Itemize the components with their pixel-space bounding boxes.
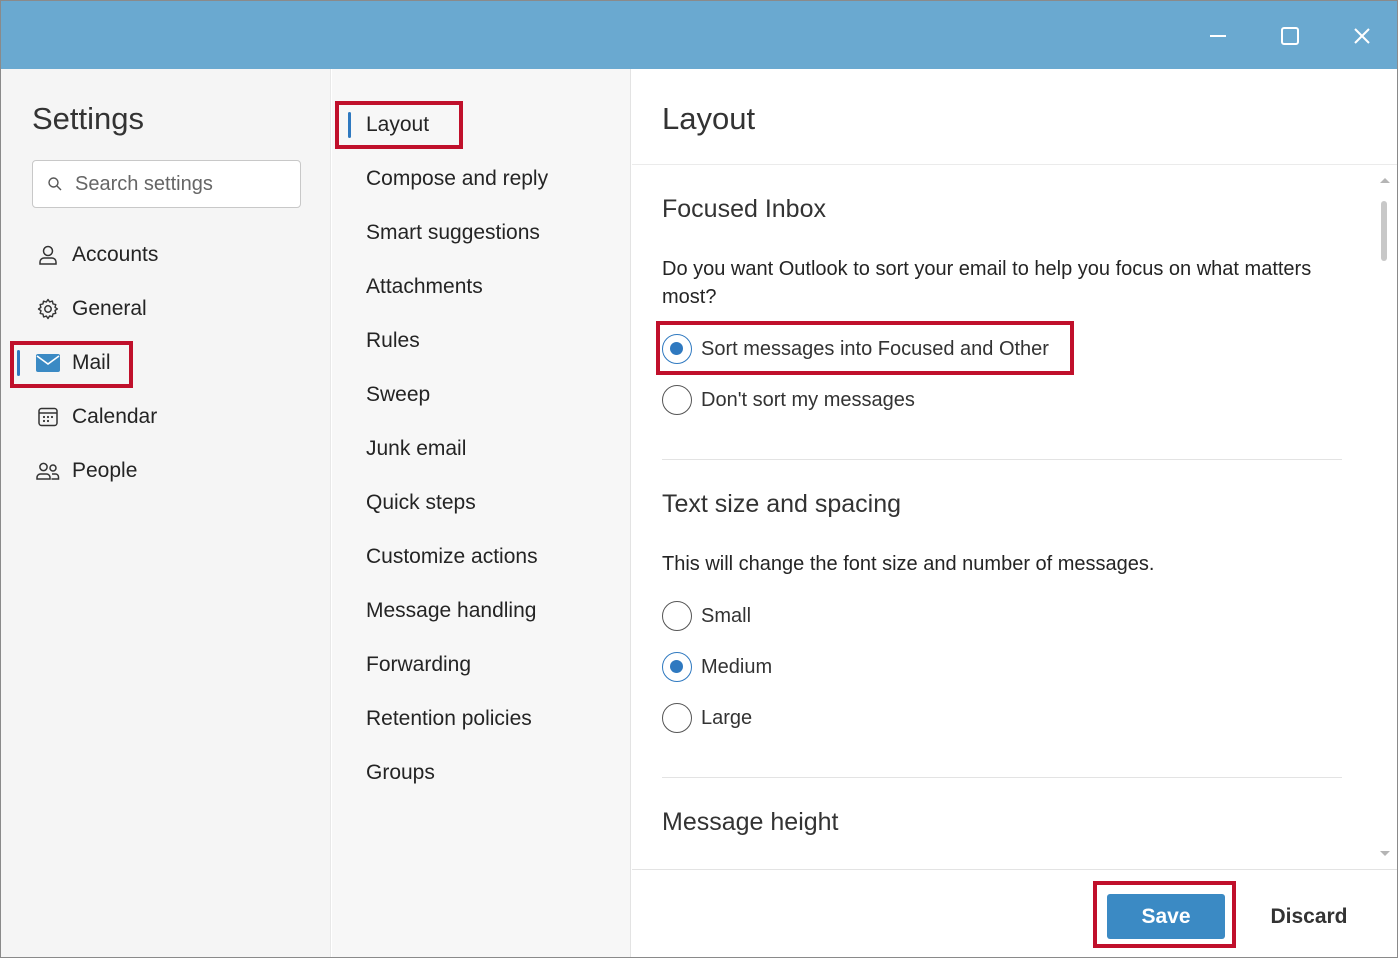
maximize-button[interactable] [1272,18,1308,54]
footer-divider [632,869,1397,870]
close-button[interactable] [1344,18,1380,54]
nav-item-label: General [72,297,147,320]
subnav-item-message-handling[interactable]: Message handling [366,595,536,627]
search-input[interactable] [75,172,275,196]
search-icon [48,177,62,191]
scrollbar[interactable] [1376,169,1394,867]
subnav-item-layout[interactable]: Layout [347,109,429,141]
subnav-item-junk-email[interactable]: Junk email [366,433,466,465]
subnav-item-compose-and-reply[interactable]: Compose and reply [366,163,548,195]
text-size-heading: Text size and spacing [662,490,902,518]
nav-item-label: Mail [72,351,111,374]
subnav-item-customize-actions[interactable]: Customize actions [366,541,538,573]
radio-circle-selected[interactable] [662,652,692,682]
scrollbar-thumb[interactable] [1381,201,1387,261]
text-size-description: This will change the font size and numbe… [662,553,1155,575]
subnav-item-retention-policies[interactable]: Retention policies [366,703,532,735]
layout-settings-panel: Layout Focused Inbox Do you want Outlook… [632,69,1397,957]
radio-medium[interactable]: Medium [662,651,772,683]
nav-item-general[interactable]: General [17,287,317,331]
nav-item-mail[interactable]: Mail [17,341,317,385]
minimize-button[interactable] [1200,18,1236,54]
minimize-icon [1210,35,1226,37]
radio-circle[interactable] [662,385,692,415]
nav-item-calendar[interactable]: Calendar [17,395,317,439]
nav-item-label: Calendar [72,405,158,428]
radio-circle[interactable] [662,601,692,631]
title-bar[interactable] [1,1,1397,69]
subnav-item-forwarding[interactable]: Forwarding [366,649,471,681]
nav-item-label: People [72,459,138,482]
subnav-item-attachments[interactable]: Attachments [366,271,483,303]
settings-nav-pane: Settings Accounts General Mail [1,69,331,957]
close-icon [1354,28,1370,44]
nav-item-people[interactable]: People [17,449,317,493]
people-icon [35,458,61,484]
scroll-down-arrow-icon[interactable] [1376,849,1394,859]
radio-circle[interactable] [662,703,692,733]
page-title: Layout [662,101,756,136]
gear-icon [35,296,61,322]
settings-window: Settings Accounts General Mail [0,0,1398,958]
calendar-icon [35,404,61,430]
focused-inbox-question: Do you want Outlook to sort your email t… [662,258,1312,308]
mail-settings-subnav: Layout Compose and reply Smart suggestio… [332,69,631,957]
scroll-up-arrow-icon[interactable] [1376,175,1394,185]
radio-label: Medium [701,655,773,678]
nav-item-label: Accounts [72,243,159,266]
header-divider [632,164,1397,165]
radio-label: Small [701,604,752,627]
radio-large[interactable]: Large [662,702,752,734]
subnav-item-rules[interactable]: Rules [366,325,420,357]
radio-label: Large [701,706,753,729]
radio-dont-sort[interactable]: Don't sort my messages [662,384,915,416]
subnav-item-sweep[interactable]: Sweep [366,379,430,411]
radio-sort-focused-other[interactable]: Sort messages into Focused and Other [662,333,1049,365]
message-height-heading: Message height [662,808,839,836]
subnav-item-groups[interactable]: Groups [366,757,435,789]
section-divider [662,459,1342,460]
save-button[interactable]: Save [1107,894,1225,939]
maximize-icon [1281,27,1299,45]
radio-label: Don't sort my messages [701,388,915,411]
subnav-item-smart-suggestions[interactable]: Smart suggestions [366,217,540,249]
search-box[interactable] [32,160,301,208]
radio-small[interactable]: Small [662,600,751,632]
subnav-item-quick-steps[interactable]: Quick steps [366,487,476,519]
radio-label: Sort messages into Focused and Other [701,337,1049,360]
discard-button[interactable]: Discard [1254,894,1364,939]
mail-icon [35,350,61,376]
nav-item-accounts[interactable]: Accounts [17,233,317,277]
settings-title: Settings [32,101,145,136]
person-icon [35,242,61,268]
focused-inbox-heading: Focused Inbox [662,195,826,223]
radio-circle-selected[interactable] [662,334,692,364]
section-divider [662,777,1342,778]
